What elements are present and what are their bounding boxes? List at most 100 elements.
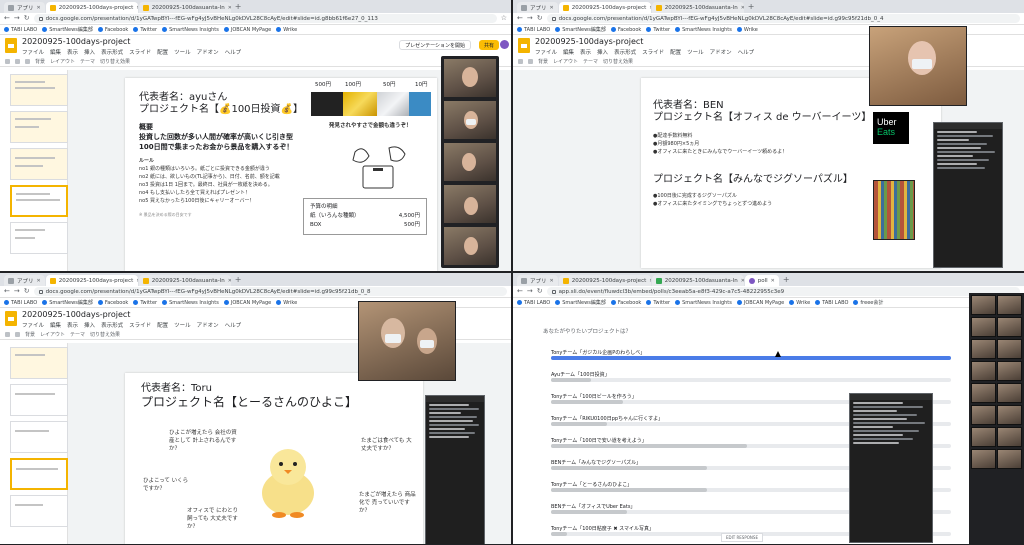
participant-video[interactable]: [997, 405, 1022, 425]
redo-icon[interactable]: [15, 332, 20, 337]
tab-close-icon[interactable]: ✕: [771, 278, 775, 284]
bookmark[interactable]: Twitter: [133, 27, 157, 33]
tab-close-icon[interactable]: ✕: [228, 5, 231, 11]
participant-video[interactable]: [443, 142, 497, 182]
share-button[interactable]: 共有: [478, 40, 499, 50]
tab-slides[interactable]: 20200925-100days-project✕: [558, 275, 651, 286]
reload-icon[interactable]: ↻: [24, 15, 30, 22]
menu-file[interactable]: ファイル: [22, 48, 44, 56]
tab-slides[interactable]: 20200925-100days-project✕: [558, 2, 651, 13]
new-tab-button[interactable]: +: [232, 275, 245, 284]
tab-apps[interactable]: アプリ ✕: [4, 2, 45, 13]
participant-video[interactable]: [997, 427, 1022, 447]
bookmark[interactable]: SmartNews Insights: [675, 27, 732, 33]
slide-thumbnail[interactable]: [10, 148, 68, 180]
participant-video[interactable]: [997, 339, 1022, 359]
slide-thumbnail[interactable]: [10, 74, 68, 106]
menu-edit[interactable]: 編集: [50, 321, 61, 329]
bookmark[interactable]: Wrike: [276, 300, 297, 306]
bookmark[interactable]: SmartNews編集部: [555, 299, 606, 306]
redo-icon[interactable]: [528, 59, 533, 64]
tab-close-icon[interactable]: ✕: [649, 278, 650, 284]
bookmark[interactable]: freee会計: [853, 299, 883, 306]
chat-panel[interactable]: [933, 122, 1003, 268]
tab-apps[interactable]: アプリ ✕: [517, 275, 558, 286]
slide-thumbnail[interactable]: [10, 222, 68, 254]
menu-insert[interactable]: 挿入: [84, 48, 95, 56]
address-bar[interactable]: docs.google.com/presentation/d/1yGATwpBY…: [33, 287, 507, 296]
menu-file[interactable]: ファイル: [535, 48, 557, 56]
bookmark[interactable]: SmartNews編集部: [42, 299, 93, 306]
tab-poll[interactable]: poll ✕: [744, 275, 779, 286]
participant-video[interactable]: [971, 339, 996, 359]
reload-icon[interactable]: ↻: [537, 15, 543, 22]
menu-help[interactable]: ヘルプ: [225, 48, 242, 56]
undo-icon[interactable]: [518, 59, 523, 64]
tab-slides[interactable]: 20200925-100days-project✕: [45, 2, 138, 13]
participant-video[interactable]: [971, 383, 996, 403]
bookmark[interactable]: TABI LABO: [4, 27, 37, 33]
tab-slides-2[interactable]: 20200925-100dasuanta-ln ✕: [138, 2, 231, 13]
bookmark[interactable]: Twitter: [646, 300, 670, 306]
new-tab-button[interactable]: +: [745, 2, 758, 11]
menu-insert[interactable]: 挿入: [84, 321, 95, 329]
bookmark[interactable]: Facebook: [97, 300, 128, 306]
menu-tools[interactable]: ツール: [174, 48, 191, 56]
undo-icon[interactable]: [5, 332, 10, 337]
participant-video[interactable]: [971, 317, 996, 337]
toolbar-theme[interactable]: テーマ: [583, 58, 598, 65]
menu-addons[interactable]: アドオン: [710, 48, 732, 56]
back-icon[interactable]: ←: [517, 288, 523, 295]
menu-format[interactable]: 表示形式: [614, 48, 636, 56]
forward-icon[interactable]: →: [14, 288, 20, 295]
slide-thumbnail[interactable]: [10, 347, 68, 379]
bookmark[interactable]: SmartNews編集部: [555, 26, 606, 33]
toolbar-transition[interactable]: 切り替え効果: [90, 331, 120, 338]
tab-slides-2[interactable]: 20200925-100dasuanta-ln ✕: [651, 2, 744, 13]
slide-canvas[interactable]: 代表者名：Toru プロジェクト名【とーるさんのひよこ】 ひよこが増えたら 会社…: [125, 373, 423, 544]
present-button[interactable]: プレゼンテーションを開始: [399, 40, 471, 50]
tab-close-icon[interactable]: ✕: [550, 5, 554, 11]
address-bar[interactable]: docs.google.com/presentation/d/1yGATwpBY…: [33, 14, 497, 23]
slides-logo-icon[interactable]: [518, 38, 530, 53]
menu-arrange[interactable]: 配置: [157, 321, 168, 329]
bookmark[interactable]: TABI LABO: [517, 300, 550, 306]
participant-video-large[interactable]: [869, 26, 967, 106]
tab-close-icon[interactable]: ✕: [37, 5, 41, 11]
menu-arrange[interactable]: 配置: [670, 48, 681, 56]
forward-icon[interactable]: →: [527, 15, 533, 22]
participant-video[interactable]: [997, 317, 1022, 337]
menu-slide[interactable]: スライド: [129, 48, 151, 56]
participant-video[interactable]: [997, 295, 1022, 315]
tab-close-icon[interactable]: ✕: [228, 278, 231, 284]
bookmark[interactable]: JOBCAN MyPage: [223, 300, 271, 306]
bookmark[interactable]: TABI LABO: [815, 300, 848, 306]
toolbar-layout[interactable]: レイアウト: [50, 58, 75, 65]
tab-close-icon[interactable]: ✕: [136, 278, 137, 284]
slides-logo-icon[interactable]: [5, 311, 17, 326]
participant-video[interactable]: [443, 100, 497, 140]
reload-icon[interactable]: ↻: [24, 288, 30, 295]
new-tab-button[interactable]: +: [780, 275, 793, 284]
bookmark[interactable]: JOBCAN MyPage: [223, 27, 271, 33]
bookmark[interactable]: Facebook: [610, 27, 641, 33]
forward-icon[interactable]: →: [14, 15, 20, 22]
participant-video[interactable]: [443, 184, 497, 224]
menu-edit[interactable]: 編集: [563, 48, 574, 56]
print-icon[interactable]: [25, 59, 30, 64]
tab-close-icon[interactable]: ✕: [649, 5, 650, 11]
edit-response-button[interactable]: EDIT RESPONSE: [721, 533, 763, 542]
menu-slide[interactable]: スライド: [642, 48, 664, 56]
menu-help[interactable]: ヘルプ: [225, 321, 242, 329]
bookmark[interactable]: Facebook: [610, 300, 641, 306]
participant-video[interactable]: [971, 295, 996, 315]
menu-view[interactable]: 表示: [580, 48, 591, 56]
slide-canvas[interactable]: 代表者名：ayuさん プロジェクト名【💰100日投資💰】 概要 投資した回数が多…: [125, 78, 437, 271]
participant-video[interactable]: [971, 405, 996, 425]
tab-close-icon[interactable]: ✕: [136, 5, 137, 11]
slide-thumbnail-selected[interactable]: [10, 185, 68, 217]
menu-tools[interactable]: ツール: [174, 321, 191, 329]
bookmark[interactable]: TABI LABO: [4, 300, 37, 306]
bookmark[interactable]: Wrike: [736, 27, 758, 33]
menu-view[interactable]: 表示: [67, 48, 78, 56]
